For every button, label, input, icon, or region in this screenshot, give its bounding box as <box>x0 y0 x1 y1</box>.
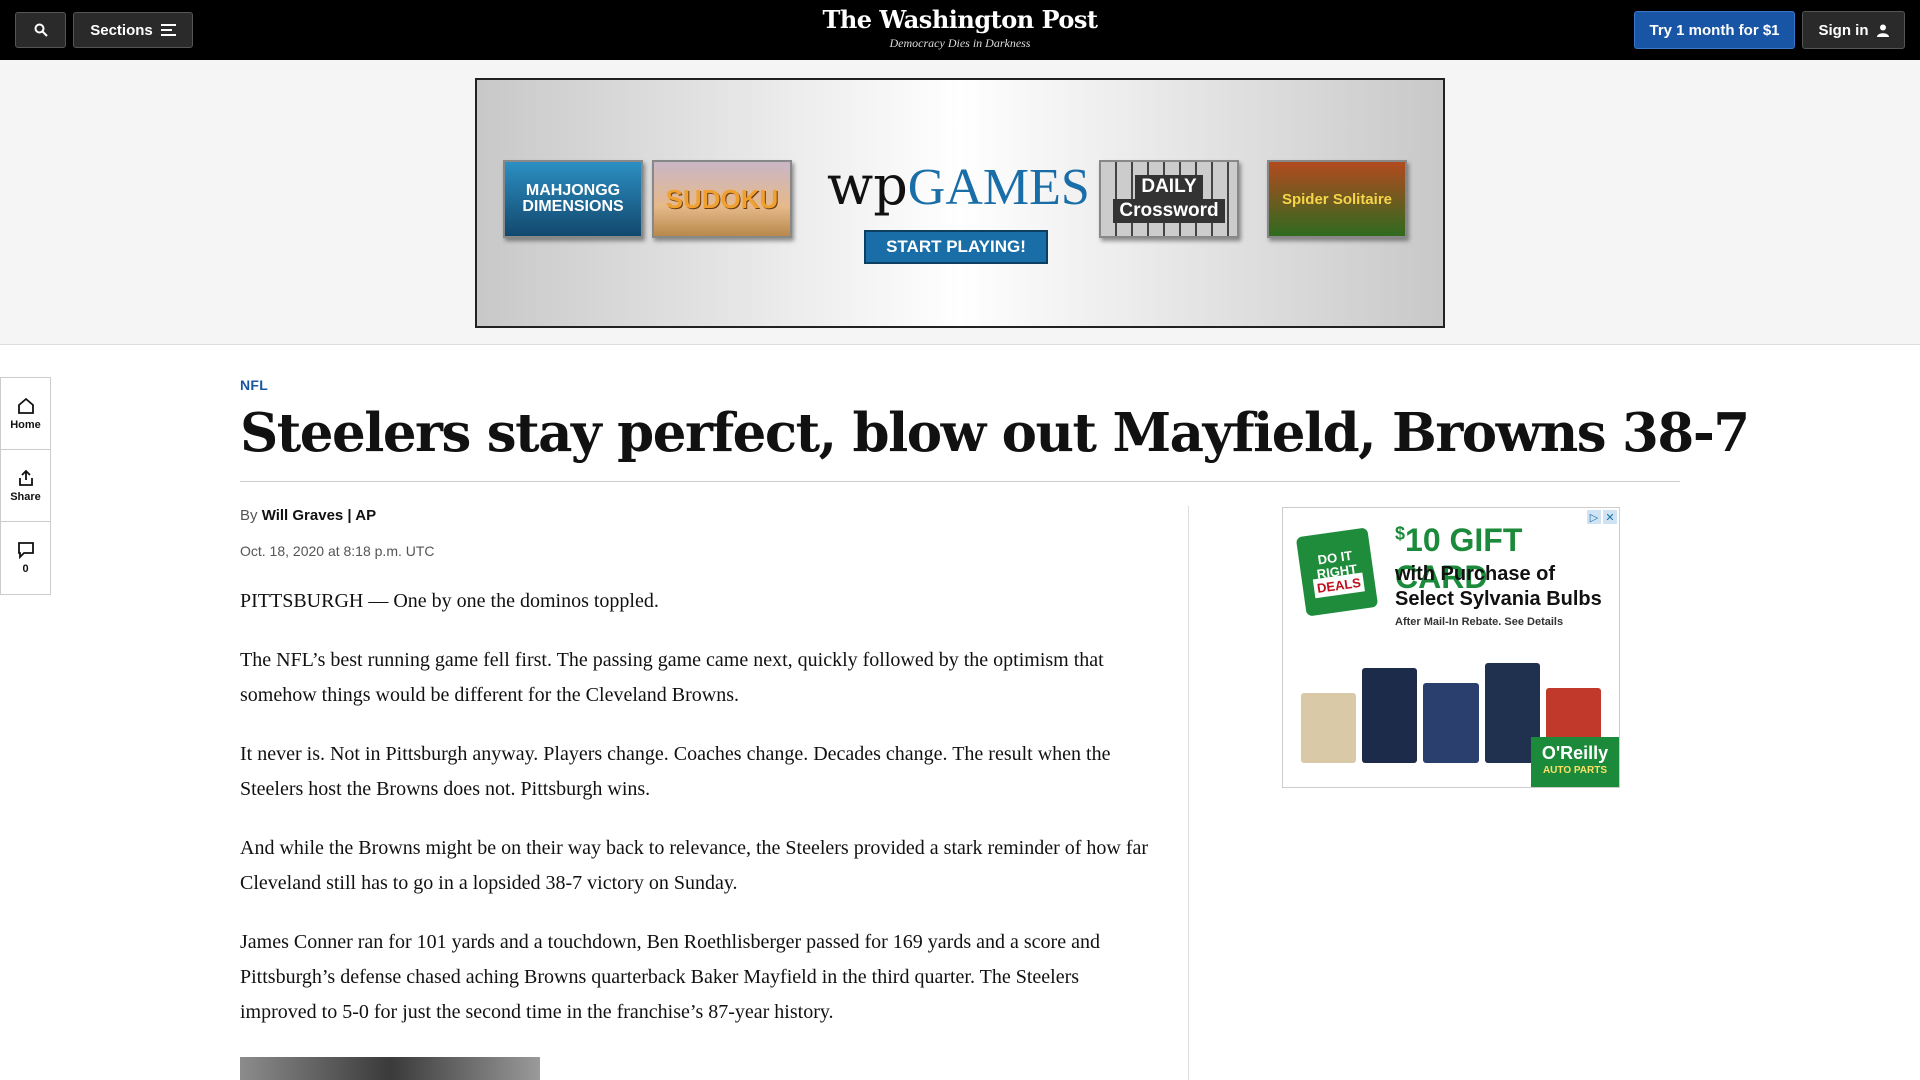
mahjongg-label: MAHJONGG <box>525 182 621 199</box>
article-paragraph: PITTSBURGH — One by one the dominos topp… <box>240 590 659 612</box>
sign-in-button[interactable]: Sign in <box>1802 11 1905 49</box>
byline-prefix: By <box>240 507 258 524</box>
article-photo[interactable] <box>240 1057 540 1080</box>
masthead[interactable]: The Washington Post Democracy Dies in Da… <box>760 4 1160 50</box>
article-body: PITTSBURGH — One by one the dominos topp… <box>240 584 1160 1054</box>
gift-dollar: $ <box>1395 523 1406 544</box>
home-icon <box>17 397 34 414</box>
retailer-sub: AUTO PARTS <box>1542 765 1608 776</box>
author-link[interactable]: Will Graves | AP <box>262 507 376 524</box>
dimensions-label: DIMENSIONS <box>522 198 624 215</box>
rail-comments-button[interactable]: 0 <box>1 522 50 594</box>
sidebar-ad[interactable]: ▷ ✕ DO IT RIGHT DEALS $10 GIFT CARD with… <box>1282 507 1620 788</box>
article-paragraph: The NFL’s best running game fell first. … <box>240 649 1104 706</box>
share-icon <box>18 469 33 486</box>
gift-subtext: with Purchase of Select Sylvania Bulbs <box>1395 562 1602 612</box>
oreilly-logo: O'Reilly AUTO PARTS <box>1531 737 1619 787</box>
column-divider <box>1188 506 1189 1080</box>
menu-icon <box>160 24 176 36</box>
gift-fine-print: After Mail-In Rebate. See Details <box>1395 616 1564 628</box>
rail-comments-count: 0 <box>22 563 29 575</box>
wp-games-ad[interactable]: MAHJONGG DIMENSIONS SUDOKU wpGAMES START… <box>475 78 1445 328</box>
article-paragraph: James Conner ran for 101 yards and a tou… <box>240 931 1100 1023</box>
deal-badge: DO IT RIGHT DEALS <box>1295 527 1379 617</box>
start-playing-button[interactable]: START PLAYING! <box>864 230 1048 264</box>
gift-line-1: with Purchase of <box>1395 563 1556 585</box>
wp-games-logo: wpGAMES <box>827 158 1090 216</box>
sign-in-label: Sign in <box>1818 21 1869 39</box>
article-paragraph: It never is. Not in Pittsburgh anyway. P… <box>240 743 1111 800</box>
sudoku-label: SUDOKU <box>665 183 779 214</box>
crossword-label: Crossword <box>1113 199 1225 223</box>
masthead-tagline: Democracy Dies in Darkness <box>889 36 1031 50</box>
rail-home-button[interactable]: Home <box>1 378 50 450</box>
games-wordmark: GAMES <box>907 159 1090 216</box>
top-nav-bar: Sections The Washington Post Democracy D… <box>0 0 1920 60</box>
comment-icon <box>17 542 34 559</box>
sections-button[interactable]: Sections <box>73 12 193 48</box>
user-icon <box>1876 24 1889 37</box>
section-kicker[interactable]: NFL <box>240 377 268 393</box>
wp-logo-mark: wp <box>827 154 908 217</box>
publish-date: Oct. 18, 2020 at 8:18 p.m. UTC <box>240 543 435 559</box>
byline: By Will Graves | AP <box>240 507 376 524</box>
spider-solitaire-tile[interactable]: Spider Solitaire <box>1267 160 1407 238</box>
gift-line-2: Select Sylvania Bulbs <box>1395 588 1602 610</box>
mahjongg-tile[interactable]: MAHJONGG DIMENSIONS <box>503 160 643 238</box>
masthead-logo[interactable]: The Washington Post <box>760 4 1160 36</box>
rail-share-button[interactable]: Share <box>1 450 50 522</box>
search-icon <box>34 23 48 37</box>
subscribe-button[interactable]: Try 1 month for $1 <box>1634 11 1795 49</box>
rail-share-label: Share <box>10 490 41 503</box>
search-button[interactable] <box>15 12 66 48</box>
sections-label: Sections <box>90 21 153 39</box>
rail-home-label: Home <box>10 418 41 431</box>
sudoku-tile[interactable]: SUDOKU <box>652 160 792 238</box>
retailer-name: O'Reilly <box>1541 743 1609 763</box>
spider-solitaire-label: Spider Solitaire <box>1281 190 1393 208</box>
headline-divider <box>240 481 1680 482</box>
daily-label: DAILY <box>1135 175 1203 199</box>
crossword-tile[interactable]: DAILY Crossword <box>1099 160 1239 238</box>
article-headline: Steelers stay perfect, blow out Mayfield… <box>240 402 1750 464</box>
left-rail: Home Share 0 <box>0 377 51 595</box>
article-paragraph: And while the Browns might be on their w… <box>240 837 1149 894</box>
